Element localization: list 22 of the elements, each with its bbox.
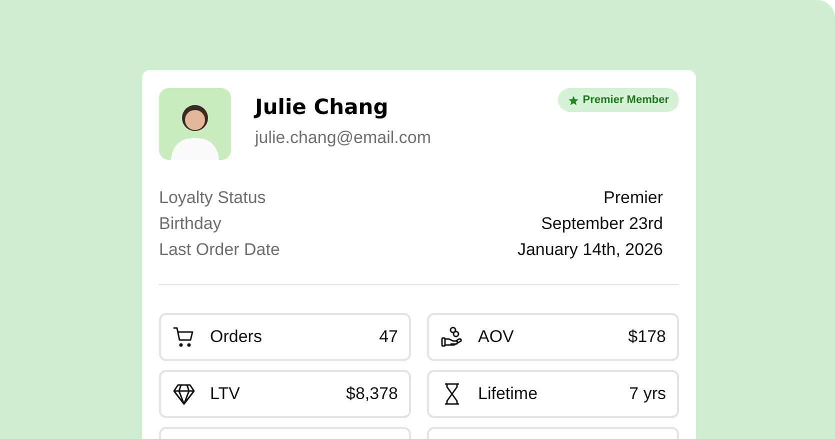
stat-label: AOV (478, 327, 515, 347)
detail-label: Last Order Date (159, 240, 280, 260)
detail-value: September 23rd (541, 214, 663, 234)
stat-value: 47 (379, 327, 398, 347)
cart-icon (172, 325, 196, 349)
customer-name: Julie Chang (255, 95, 390, 119)
detail-value: Premier (603, 188, 663, 208)
stat-value: $178 (628, 327, 666, 347)
detail-label: Birthday (159, 214, 222, 234)
stat-label: Lifetime (478, 384, 539, 404)
detail-label: Loyalty Status (159, 188, 266, 208)
photo-placeholder (159, 88, 231, 160)
detail-value: January 14th, 2026 (517, 240, 663, 260)
diamond-icon (172, 382, 196, 406)
stat-label: LTV (210, 384, 241, 404)
hand-coins-icon (440, 325, 464, 349)
customer-email: julie.chang@email.com (255, 128, 432, 148)
stat-value: $8,378 (346, 384, 398, 404)
stat-value: 7 yrs (629, 384, 666, 404)
badge-label: Premier Member (582, 94, 669, 106)
stat-label: Orders (210, 327, 263, 347)
star-icon (568, 94, 579, 106)
